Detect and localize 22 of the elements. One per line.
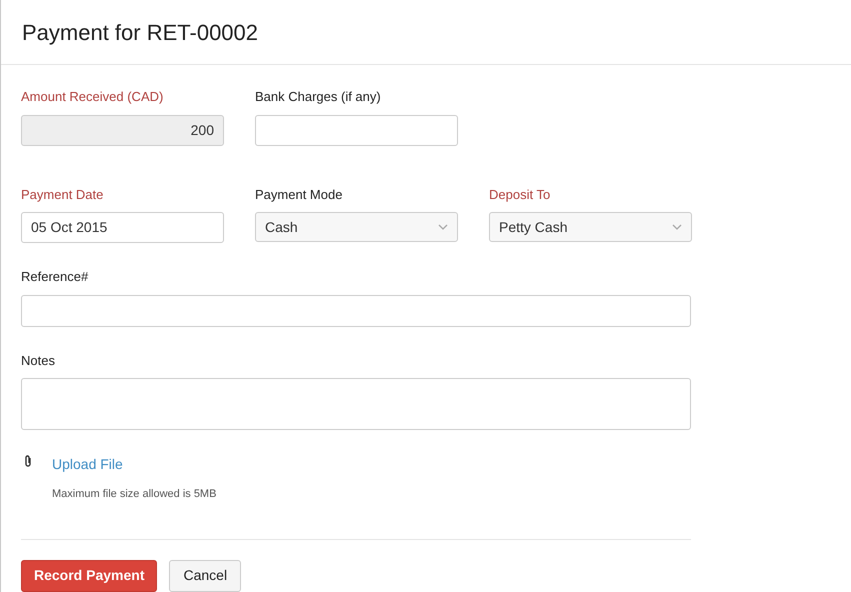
dropdown[interactable]: Petty Cash (489, 212, 692, 242)
field-label: Payment Date (21, 186, 104, 204)
field-label: Payment Mode (255, 186, 344, 204)
amount-field[interactable]: 200 (21, 114, 224, 146)
chevron-down-icon (672, 224, 682, 230)
paperclip-icon (24, 455, 32, 468)
input-field[interactable] (21, 294, 691, 326)
record-payment-button[interactable]: Record Payment (21, 560, 158, 592)
field-label: Amount Received (CAD) (21, 88, 164, 106)
notes-textarea[interactable] (21, 378, 691, 430)
chevron-down-icon (438, 224, 448, 230)
field-label: Reference# (21, 268, 90, 286)
input-field[interactable]: 05 Oct 2015 (21, 212, 224, 243)
upload-file-link[interactable]: Upload File (52, 454, 216, 475)
file-size-hint: Maximum file size allowed is 5MB (52, 487, 216, 502)
field-label: Deposit To (489, 186, 552, 204)
cancel-button[interactable]: Cancel (169, 560, 242, 592)
page-title: Payment for RET-00002 (22, 18, 258, 47)
dropdown[interactable]: Cash (255, 212, 458, 242)
input-field[interactable] (255, 114, 458, 146)
field-label: Bank Charges (if any) (255, 88, 382, 106)
field-label: Notes (21, 352, 56, 370)
